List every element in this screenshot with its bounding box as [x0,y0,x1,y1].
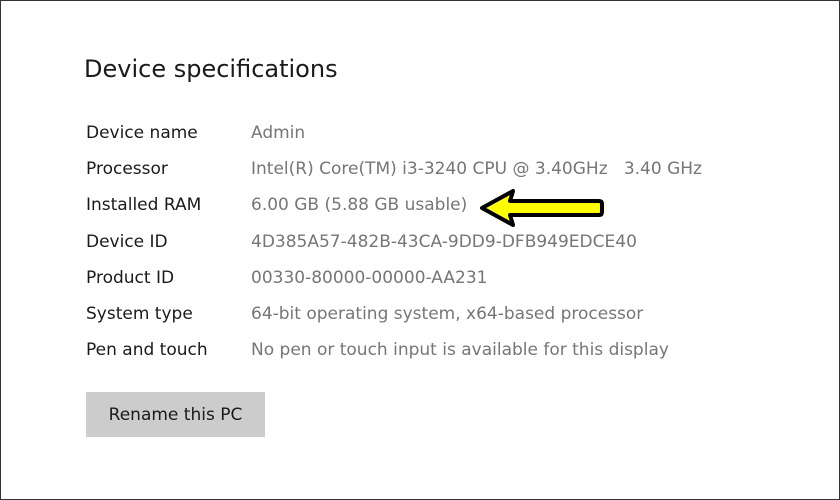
spec-row-device-name: Device name Admin [86,118,786,148]
spec-value: Intel(R) Core(TM) i3-3240 CPU @ 3.40GHz … [251,159,702,179]
spec-label: Device name [86,123,198,143]
section-title: Device specifications [84,55,338,83]
spec-label: System type [86,304,193,324]
spec-value: 6.00 GB (5.88 GB usable) [251,195,468,215]
arrow-left-icon [480,189,604,227]
spec-value: 4D385A57-482B-43CA-9DD9-DFB949EDCE40 [251,232,637,252]
spec-row-pen-and-touch: Pen and touch No pen or touch input is a… [86,335,786,365]
rename-pc-button[interactable]: Rename this PC [86,392,265,437]
spec-row-product-id: Product ID 00330-80000-00000-AA231 [86,263,786,293]
spec-label: Device ID [86,232,168,252]
spec-value: 64-bit operating system, x64-based proce… [251,304,644,324]
spec-label: Installed RAM [86,195,202,215]
settings-window: Device specifications Device name Admin … [0,0,840,500]
spec-row-processor: Processor Intel(R) Core(TM) i3-3240 CPU … [86,154,786,184]
spec-value: 00330-80000-00000-AA231 [251,268,488,288]
spec-label: Pen and touch [86,340,208,360]
spec-value: Admin [251,123,306,143]
spec-row-installed-ram: Installed RAM 6.00 GB (5.88 GB usable) [86,190,786,220]
spec-label: Product ID [86,268,175,288]
spec-row-device-id: Device ID 4D385A57-482B-43CA-9DD9-DFB949… [86,227,786,257]
spec-row-system-type: System type 64-bit operating system, x64… [86,299,786,329]
spec-value: No pen or touch input is available for t… [251,340,669,360]
spec-label: Processor [86,159,168,179]
